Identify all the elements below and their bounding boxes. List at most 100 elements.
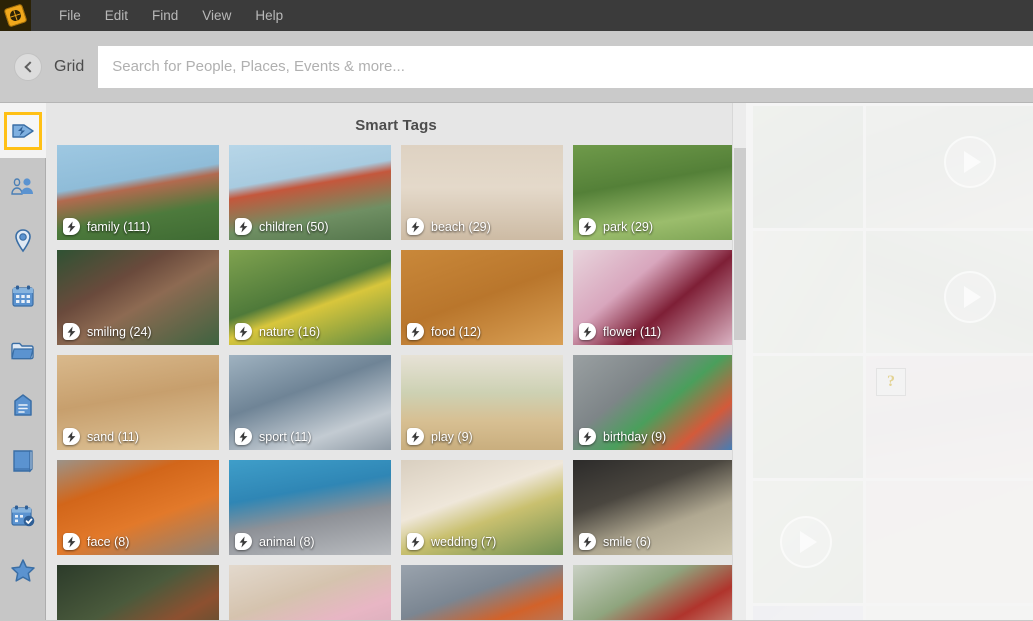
lightning-bolt-tag-icon (235, 428, 252, 445)
smart-tag-tile-family[interactable]: family (111) (57, 145, 219, 240)
smart-tag-label: face (8) (87, 534, 130, 549)
left-sidebar (0, 103, 46, 620)
smart-tag-tile-wedding[interactable]: wedding (7) (401, 460, 563, 555)
smart-tag-thumbnail (573, 565, 735, 620)
smart-tags-panel: Smart Tags family (111) children (50) beac… (46, 103, 746, 620)
smart-tag-label-row: wedding (7) (407, 533, 496, 550)
sidebar-item-events[interactable] (0, 488, 46, 543)
background-thumbnail[interactable] (753, 606, 863, 620)
back-button[interactable] (14, 52, 42, 81)
lightning-bolt-tag-icon (63, 218, 80, 235)
menu-bar: File Edit Find View Help (0, 0, 1033, 31)
app-logo[interactable] (0, 0, 31, 31)
photo-grid-background: ? (746, 103, 1033, 620)
sidebar-item-favorites[interactable] (0, 543, 46, 598)
smart-tag-label-row: animal (8) (235, 533, 315, 550)
smart-tag-label: birthday (9) (603, 429, 667, 444)
smart-tag-tile-face[interactable]: face (8) (57, 460, 219, 555)
menu-item-help[interactable]: Help (243, 2, 295, 29)
lightning-bolt-tag-icon (235, 323, 252, 340)
smart-tag-label: wedding (7) (431, 534, 497, 549)
sidebar-item-albums[interactable] (0, 433, 46, 488)
smart-tag-tile-smile[interactable]: smile (6) (573, 460, 735, 555)
smart-tag-tile-park[interactable]: park (29) (573, 145, 735, 240)
background-thumbnail[interactable] (866, 606, 1033, 620)
smart-tag-tile-row5-d[interactable] (573, 565, 735, 620)
view-mode-label: Grid (54, 57, 85, 75)
lightning-bolt-tag-icon (63, 533, 80, 550)
smart-tag-grid: family (111) children (50) beach (29) park … (46, 145, 746, 620)
background-thumbnail[interactable]: ? (866, 356, 1033, 478)
background-thumbnail[interactable] (753, 106, 863, 228)
menu-items: File Edit Find View Help (47, 2, 295, 29)
lightning-bolt-tag-icon (235, 533, 252, 550)
background-thumbnail[interactable] (753, 356, 863, 478)
chevron-left-icon (23, 60, 36, 73)
menu-item-view[interactable]: View (190, 2, 243, 29)
search-container (98, 45, 1033, 88)
menu-item-file[interactable]: File (47, 2, 93, 29)
sidebar-item-people[interactable] (0, 158, 46, 213)
play-icon[interactable] (779, 516, 832, 568)
background-thumbnail[interactable] (866, 106, 1033, 228)
background-thumbnail[interactable] (753, 481, 863, 603)
smart-tag-tile-animal[interactable]: animal (8) (229, 460, 391, 555)
panel-scrollbar-thumb[interactable] (734, 148, 746, 340)
smart-tag-thumbnail (401, 565, 563, 620)
smart-tag-label-row: smile (6) (579, 533, 651, 550)
smart-tag-thumbnail (57, 565, 219, 620)
smart-tag-tile-row5-a[interactable] (57, 565, 219, 620)
main-body: Smart Tags family (111) children (50) beac… (0, 103, 1033, 620)
lightning-bolt-tag-icon (579, 218, 596, 235)
smart-tag-tile-sand[interactable]: sand (11) (57, 355, 219, 450)
smart-tag-label: children (50) (259, 219, 329, 234)
smart-tag-tile-beach[interactable]: beach (29) (401, 145, 563, 240)
smart-tag-label-row: park (29) (579, 218, 653, 235)
smart-tag-label: flower (11) (603, 324, 662, 339)
lightning-bolt-tag-icon (407, 533, 424, 550)
menu-item-find[interactable]: Find (140, 2, 190, 29)
sidebar-item-tags[interactable] (0, 378, 46, 433)
smart-tag-label-row: children (50) (235, 218, 328, 235)
smart-tag-tile-children[interactable]: children (50) (229, 145, 391, 240)
background-thumbnail[interactable] (866, 231, 1033, 353)
picasa-logo-icon (3, 3, 28, 28)
background-thumbnail[interactable] (753, 231, 863, 353)
lightning-bolt-tag-icon (63, 428, 80, 445)
play-icon[interactable] (943, 136, 996, 189)
play-icon[interactable] (943, 270, 996, 323)
smart-tag-tile-row5-b[interactable] (229, 565, 391, 620)
calendar-icon (11, 284, 35, 308)
smart-tag-label: sand (11) (87, 429, 139, 444)
lightning-bolt-tag-icon (407, 428, 424, 445)
menu-item-edit[interactable]: Edit (93, 2, 140, 29)
smart-tag-tile-flower[interactable]: flower (11) (573, 250, 735, 345)
smart-tag-label-row: birthday (9) (579, 428, 666, 445)
smart-tag-label-row: beach (29) (407, 218, 491, 235)
smart-tag-label: sport (11) (259, 429, 312, 444)
smart-tag-icon (11, 121, 35, 141)
search-input[interactable] (98, 45, 1033, 88)
folder-icon (10, 340, 36, 362)
smart-tag-label: play (9) (431, 429, 473, 444)
background-thumbnail[interactable] (866, 481, 1033, 603)
smart-tag-tile-birthday[interactable]: birthday (9) (573, 355, 735, 450)
lightning-bolt-tag-icon (579, 323, 596, 340)
sidebar-item-places[interactable] (0, 213, 46, 268)
smart-tag-tile-sport[interactable]: sport (11) (229, 355, 391, 450)
lightning-bolt-tag-icon (579, 533, 596, 550)
sidebar-item-smart-tags[interactable] (0, 103, 46, 158)
smart-tag-tile-food[interactable]: food (12) (401, 250, 563, 345)
panel-scrollbar[interactable] (732, 103, 746, 620)
search-toolbar: Grid (0, 31, 1033, 103)
smart-tag-tile-smiling[interactable]: smiling (24) (57, 250, 219, 345)
smart-tag-tile-nature[interactable]: nature (16) (229, 250, 391, 345)
sidebar-item-calendar[interactable] (0, 268, 46, 323)
smart-tag-tile-play[interactable]: play (9) (401, 355, 563, 450)
smart-tag-label-row: nature (16) (235, 323, 320, 340)
smart-tag-label: food (12) (431, 324, 482, 339)
sidebar-item-folders[interactable] (0, 323, 46, 378)
smart-tag-label-row: sand (11) (63, 428, 139, 445)
smart-tag-tile-row5-c[interactable] (401, 565, 563, 620)
smart-tag-label-row: food (12) (407, 323, 481, 340)
